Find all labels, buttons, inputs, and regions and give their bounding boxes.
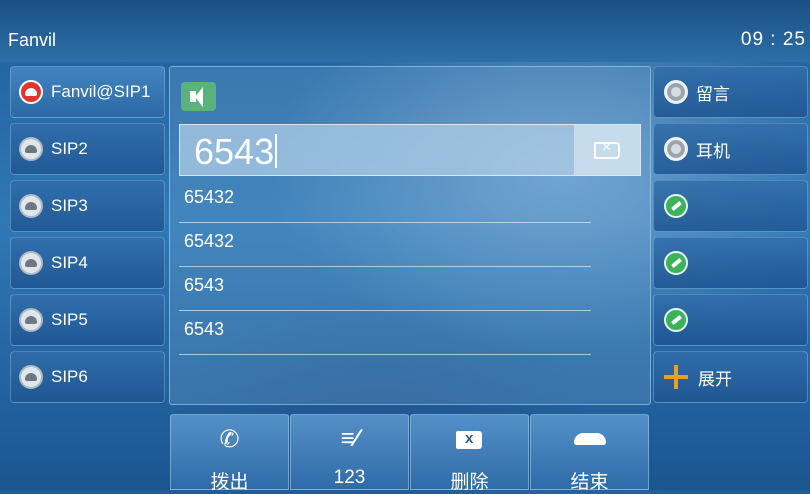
phone-gray-icon <box>19 365 43 389</box>
expand-key[interactable]: 展开 <box>653 351 808 403</box>
text-caret <box>275 134 278 168</box>
move-icon <box>662 363 690 391</box>
line-keys: Fanvil@SIP1 SIP2 SIP3 SIP4 SIP5 SIP6 <box>10 66 165 408</box>
dial-out-softkey[interactable]: ✆ 拨出 <box>170 414 289 493</box>
suggestion-number: 6543 <box>184 275 225 295</box>
line-key-sip3[interactable]: SIP3 <box>10 180 165 232</box>
phone-gray-icon <box>19 194 43 218</box>
line-key-sip1[interactable]: Fanvil@SIP1 <box>10 66 165 118</box>
line-key-sip4[interactable]: SIP4 <box>10 237 165 289</box>
suggestion-item[interactable]: 6543 <box>179 267 591 311</box>
suggestion-item[interactable]: 6543 <box>179 311 591 355</box>
phone-gray-icon <box>19 251 43 275</box>
voicemail-key[interactable]: 留言 <box>653 66 808 118</box>
suggestion-number: 65432 <box>184 231 235 251</box>
phone-red-icon <box>19 80 43 104</box>
radio-icon <box>664 80 688 104</box>
softkey-label: 123 <box>333 467 366 488</box>
dial-panel: 6543 65432 65432 6543 6543 <box>169 66 651 405</box>
line-key-label: Fanvil@SIP1 <box>51 82 151 101</box>
edit-icon <box>664 308 688 332</box>
dial-value-wrap: 6543 <box>194 131 278 173</box>
headset-key[interactable]: 耳机 <box>653 123 808 175</box>
edit-icon <box>664 251 688 275</box>
status-bar: Fanvil 09 : 25 <box>0 0 810 62</box>
input-method-softkey[interactable]: ≡⁄ 123 <box>290 414 409 490</box>
function-key-label: 耳机 <box>696 141 730 161</box>
line-key-sip2[interactable]: SIP2 <box>10 123 165 175</box>
function-key-label: 展开 <box>698 369 732 389</box>
delete-softkey[interactable]: 删除 <box>410 414 529 493</box>
radio-icon <box>664 137 688 161</box>
input-method-icon: ≡⁄ <box>340 425 359 452</box>
function-keys: 留言 耳机 展开 <box>653 66 808 408</box>
line-key-sip6[interactable]: SIP6 <box>10 351 165 403</box>
speaker-icon <box>181 82 216 111</box>
function-key-label: 留言 <box>696 84 730 104</box>
line-key-label: SIP3 <box>51 196 88 215</box>
suggestion-item[interactable]: 65432 <box>179 223 591 267</box>
dss-key-3[interactable] <box>653 180 808 232</box>
dss-key-5[interactable] <box>653 294 808 346</box>
line-key-label: SIP5 <box>51 310 88 329</box>
suggestion-item[interactable]: 65432 <box>179 179 591 223</box>
phone-gray-icon <box>19 137 43 161</box>
dss-key-4[interactable] <box>653 237 808 289</box>
backspace-icon <box>594 139 620 159</box>
line-key-label: SIP6 <box>51 367 88 386</box>
line-key-label: SIP4 <box>51 253 88 272</box>
phone-gray-icon <box>19 308 43 332</box>
line-key-label: SIP2 <box>51 139 88 158</box>
suggestion-number: 6543 <box>184 319 225 339</box>
end-call-softkey[interactable]: 结束 <box>530 414 649 493</box>
backspace-icon <box>456 430 482 449</box>
dial-input[interactable]: 6543 <box>179 124 641 176</box>
softkey-bar: ✆ 拨出 ≡⁄ 123 删除 结束 <box>170 414 650 493</box>
device-title: Fanvil <box>8 30 57 50</box>
suggestion-number: 65432 <box>184 187 235 207</box>
clock: 09 : 25 <box>740 29 806 50</box>
hangup-icon <box>574 433 606 445</box>
line-key-sip5[interactable]: SIP5 <box>10 294 165 346</box>
phone-handset-icon: ✆ <box>219 426 240 453</box>
clear-input-button[interactable] <box>574 125 640 175</box>
dial-value: 6543 <box>194 131 275 172</box>
edit-icon <box>664 194 688 218</box>
